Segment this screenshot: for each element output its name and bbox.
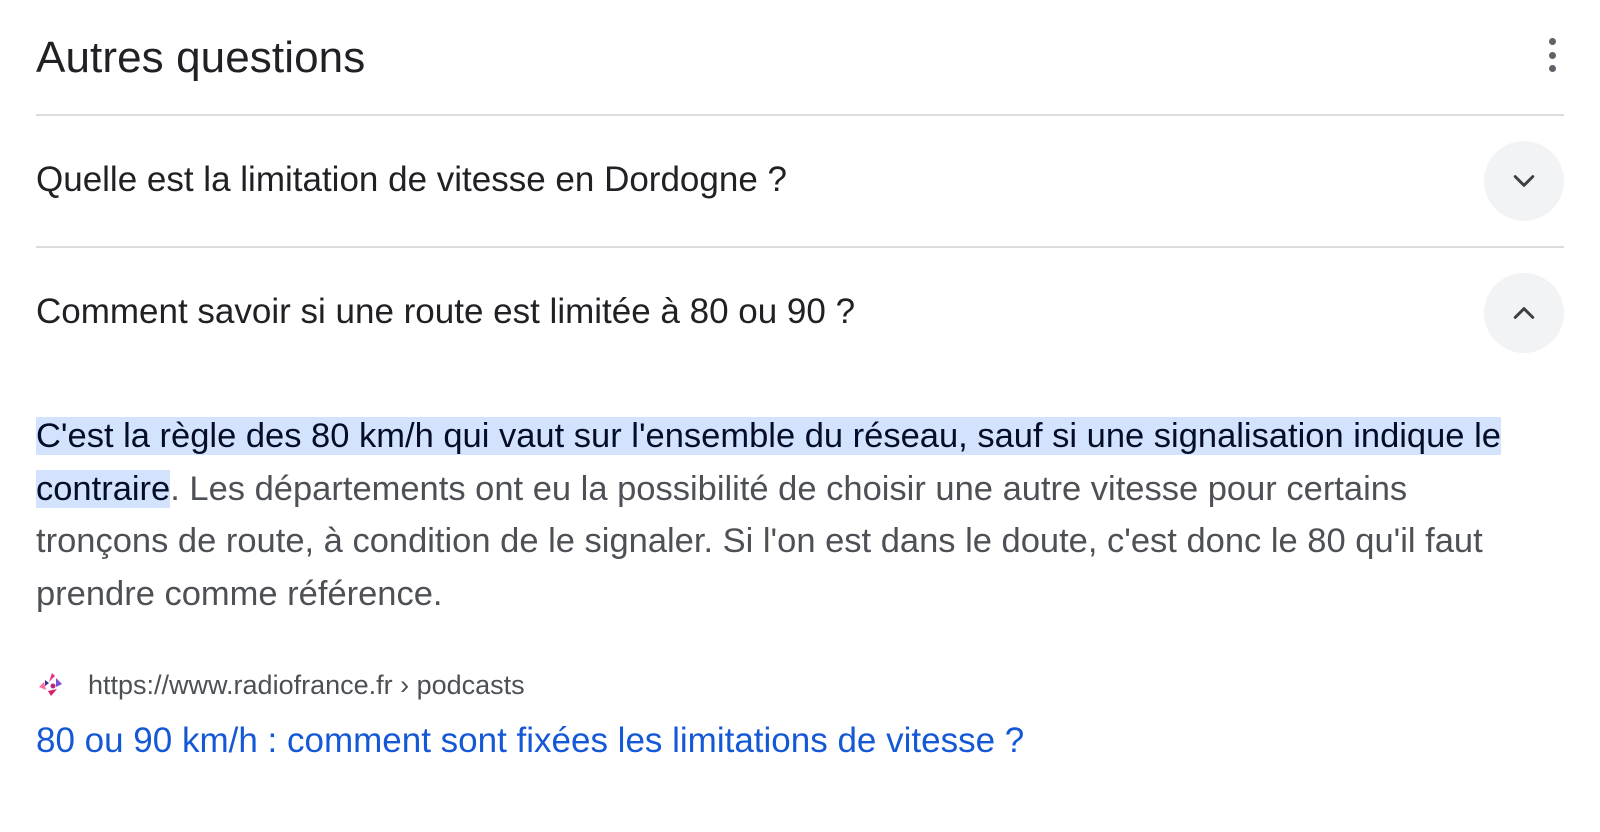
more-vert-icon[interactable] — [1540, 38, 1564, 72]
kebab-dot — [1548, 65, 1556, 72]
section-header: Autres questions — [36, 0, 1564, 116]
question-text: Quelle est la limitation de vitesse en D… — [36, 160, 787, 199]
question-item-80-90[interactable]: Comment savoir si une route est limitée … — [36, 246, 1564, 378]
expand-button[interactable] — [1484, 141, 1564, 221]
question-item-dordogne[interactable]: Quelle est la limitation de vitesse en D… — [36, 114, 1564, 248]
question-text: Comment savoir si une route est limitée … — [36, 292, 856, 331]
kebab-dot — [1548, 38, 1556, 45]
answer-rest: . Les départements ont eu la possibilité… — [36, 469, 1483, 613]
section-title: Autres questions — [36, 33, 366, 82]
people-also-ask-panel: Autres questions Quelle est la limitatio… — [0, 0, 1600, 832]
source-citation[interactable]: https://www.radiofrance.fr › podcasts — [36, 665, 525, 705]
answer-snippet: C'est la règle des 80 km/h qui vaut sur … — [36, 410, 1536, 620]
source-url: https://www.radiofrance.fr › podcasts — [88, 670, 525, 700]
chevron-up-icon — [1513, 307, 1535, 319]
result-title-link[interactable]: 80 ou 90 km/h : comment sont fixées les … — [36, 718, 1024, 764]
collapse-button[interactable] — [1484, 273, 1564, 353]
radiofrance-logo-icon — [39, 673, 62, 696]
chevron-down-icon — [1513, 175, 1535, 187]
kebab-dot — [1548, 51, 1556, 59]
